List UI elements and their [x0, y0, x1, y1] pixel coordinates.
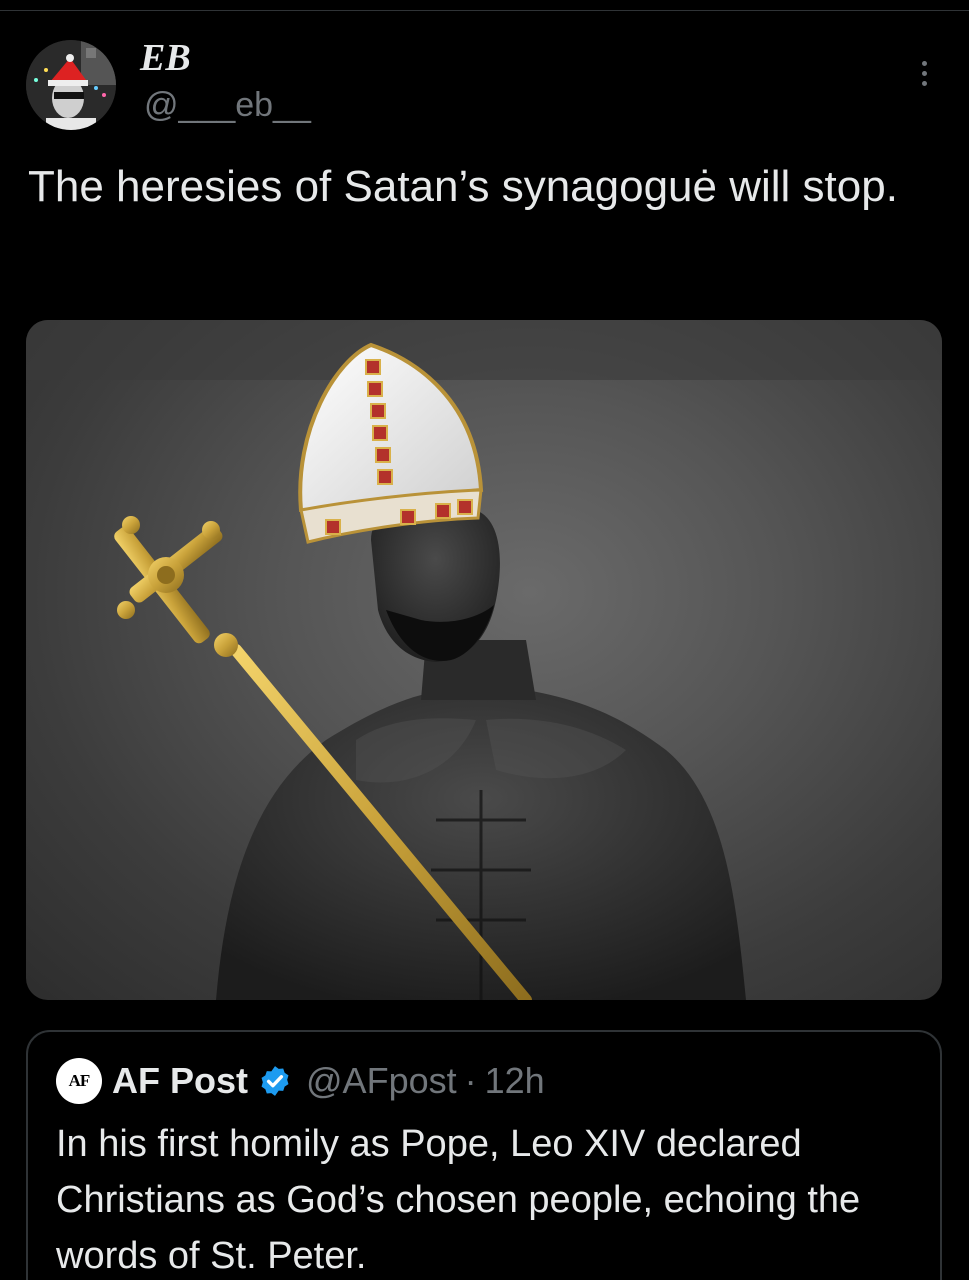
separator-dot: · [464, 1060, 477, 1101]
avatar-image [26, 40, 116, 130]
quoted-display-name[interactable]: AF Post [112, 1060, 248, 1102]
verified-badge-icon [261, 1066, 289, 1096]
display-name[interactable]: EB [140, 36, 191, 80]
tweet-image[interactable] [26, 320, 942, 1000]
top-divider [0, 10, 969, 11]
quoted-tweet-header: AF AF Post @AFpost · 12h [56, 1058, 545, 1104]
pope-image [26, 320, 942, 1000]
quoted-tweet-text: In his first homily as Pope, Leo XIV dec… [56, 1123, 861, 1277]
more-vertical-icon[interactable] [912, 58, 936, 94]
quoted-timestamp[interactable]: 12h [485, 1060, 545, 1102]
tweet-text: The heresies of Satan’s synagoguė will s… [28, 162, 898, 211]
quoted-tweet-card[interactable]: AF AF Post @AFpost · 12h In his first ho… [26, 1030, 942, 1280]
avatar[interactable] [26, 40, 116, 130]
af-logo[interactable]: AF [56, 1058, 102, 1104]
user-handle[interactable]: @___eb__ [144, 86, 311, 125]
quoted-handle[interactable]: @AFpost [306, 1060, 457, 1102]
